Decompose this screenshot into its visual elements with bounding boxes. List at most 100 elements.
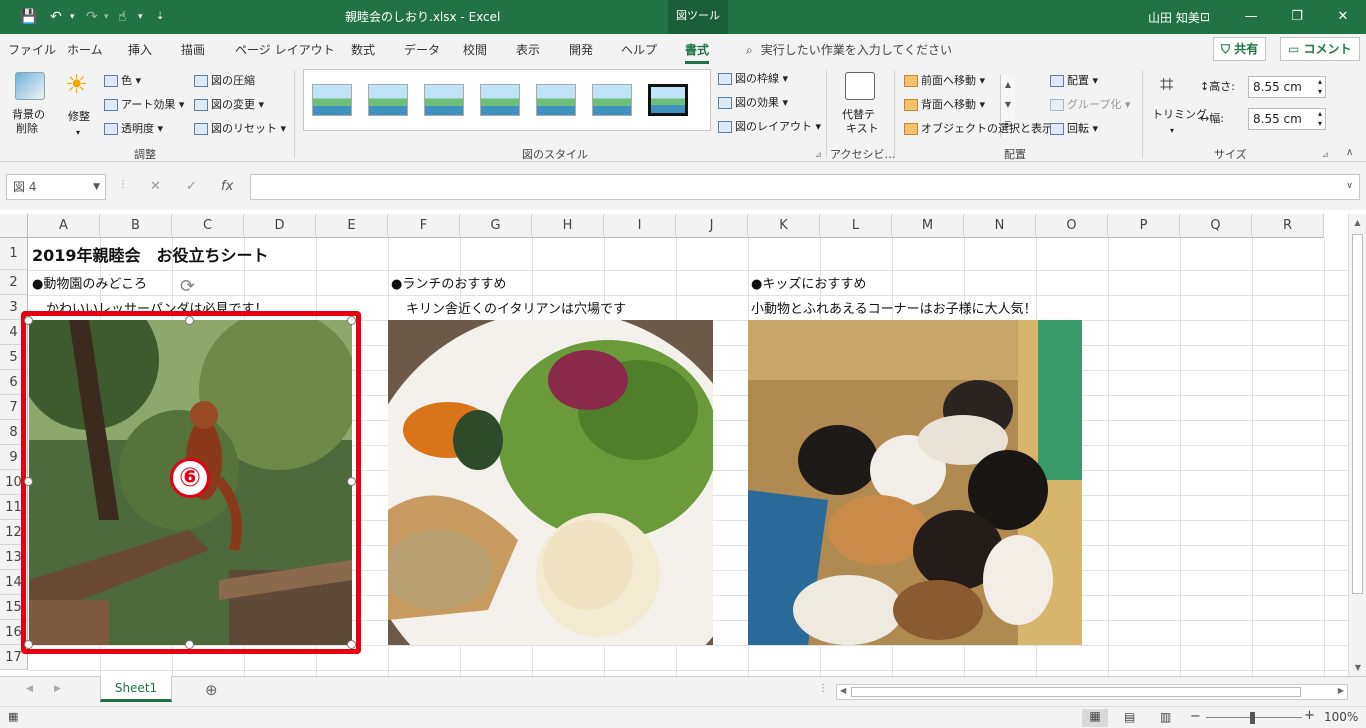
picture-style-3[interactable] xyxy=(424,84,464,116)
redo-dropdown-icon[interactable]: ▾ xyxy=(104,7,109,27)
worksheet-grid[interactable]: ABCDEFGHIJKLMNOPQR 1 2 3 4 5 6 7 8 9 10 11 12 13 14 15… xyxy=(0,210,1366,676)
resize-handle-left[interactable] xyxy=(24,477,33,486)
cell-F2[interactable]: ●ランチのおすすめ xyxy=(391,273,506,292)
resize-handle-top-left[interactable] xyxy=(24,316,33,325)
column-header-O[interactable]: O xyxy=(1036,214,1108,238)
next-sheet-icon[interactable]: ▶ xyxy=(54,684,61,694)
tell-me-box[interactable]: ⌕ 実行したい作業を入力してください xyxy=(746,41,952,58)
macro-record-icon[interactable]: ▦ xyxy=(8,710,18,723)
tab-format[interactable]: 書式 xyxy=(685,41,710,64)
column-header-H[interactable]: H xyxy=(532,214,604,238)
column-header-P[interactable]: P xyxy=(1108,214,1180,238)
cell-K2[interactable]: ●キッズにおすすめ xyxy=(751,273,866,292)
tab-home[interactable]: ホーム xyxy=(67,41,103,58)
gallery-up-icon[interactable]: ▲ xyxy=(1001,75,1015,95)
column-header-C[interactable]: C xyxy=(172,214,244,238)
corrections-button[interactable]: ☀ 修整 ▾ xyxy=(60,70,100,142)
picture-style-7[interactable] xyxy=(648,84,688,116)
column-header-J[interactable]: J xyxy=(676,214,748,238)
redo-icon[interactable]: ↷ xyxy=(86,7,98,27)
picture-effects-button[interactable]: 図の効果 ▾ xyxy=(718,96,788,110)
name-box[interactable]: 図 4 ▼ xyxy=(6,174,106,200)
minimize-button[interactable]: — xyxy=(1228,3,1274,31)
ribbon-display-options-icon[interactable]: ⊡ xyxy=(1182,3,1228,31)
formula-input[interactable]: ∨ xyxy=(250,174,1360,200)
restore-button[interactable]: ❐ xyxy=(1274,3,1320,31)
cell-A1[interactable]: 2019年親睦会 お役立ちシート xyxy=(32,242,269,266)
resize-handle-bottom-left[interactable] xyxy=(24,640,33,649)
column-header-D[interactable]: D xyxy=(244,214,316,238)
undo-icon[interactable]: ↶ xyxy=(50,7,62,27)
column-header-M[interactable]: M xyxy=(892,214,964,238)
sheet-tab-sheet1[interactable]: Sheet1 xyxy=(100,676,172,702)
comments-button[interactable]: ▭ コメント xyxy=(1280,37,1360,61)
scroll-down-icon[interactable]: ▼ xyxy=(1349,663,1366,672)
page-break-view-icon[interactable]: ▥ xyxy=(1160,710,1171,724)
picture-style-2[interactable] xyxy=(368,84,408,116)
change-picture-button[interactable]: 図の変更 ▾ xyxy=(194,98,264,112)
cell-K3[interactable]: 小動物とふれあえるコーナーはお子様に大人気！ xyxy=(751,298,1037,317)
reset-picture-button[interactable]: 図のリセット ▾ xyxy=(194,122,286,136)
horizontal-scrollbar[interactable]: ◀ ▶ xyxy=(836,684,1348,700)
styles-dialog-launcher-icon[interactable]: ⊿ xyxy=(815,148,822,162)
vertical-scroll-thumb[interactable] xyxy=(1352,234,1363,594)
select-all-button[interactable] xyxy=(0,214,28,238)
prev-sheet-icon[interactable]: ◀ xyxy=(26,684,33,694)
undo-dropdown-icon[interactable]: ▾ xyxy=(70,7,75,27)
horizontal-scroll-thumb[interactable] xyxy=(851,687,1301,697)
crop-button[interactable]: ⌗ トリミング ▾ xyxy=(1150,70,1207,142)
tab-view[interactable]: 表示 xyxy=(516,41,540,58)
gallery-down-icon[interactable]: ▼ xyxy=(1001,95,1015,115)
column-header-B[interactable]: B xyxy=(100,214,172,238)
artistic-effects-button[interactable]: アート効果 ▾ xyxy=(104,98,184,112)
vertical-scrollbar[interactable]: ▲ ▼ xyxy=(1348,214,1366,676)
column-header-L[interactable]: L xyxy=(820,214,892,238)
alt-text-button[interactable]: 代替テ キスト xyxy=(838,70,882,142)
expand-formula-icon[interactable]: ∨ xyxy=(1346,181,1353,191)
column-header-A[interactable]: A xyxy=(28,214,100,238)
guinea-pigs-photo[interactable] xyxy=(748,320,1082,645)
column-header-R[interactable]: R xyxy=(1252,214,1324,238)
tab-data[interactable]: データ xyxy=(404,41,440,58)
tab-insert[interactable]: 挿入 xyxy=(128,41,152,58)
close-button[interactable]: ✕ xyxy=(1320,3,1366,31)
scroll-up-icon[interactable]: ▲ xyxy=(1349,214,1366,227)
zoom-in-icon[interactable]: + xyxy=(1304,708,1315,723)
column-header-G[interactable]: G xyxy=(460,214,532,238)
customize-qat-icon[interactable]: ⇣ xyxy=(156,7,164,27)
tab-formulas[interactable]: 数式 xyxy=(351,41,375,58)
zoom-level[interactable]: 100% xyxy=(1324,710,1358,724)
width-spinner-icon[interactable]: ▴ ▾ xyxy=(1318,109,1322,129)
tab-draw[interactable]: 描画 xyxy=(181,41,205,58)
remove-background-button[interactable]: 背景の 削除 xyxy=(8,70,52,142)
row-header-2[interactable]: 2 xyxy=(0,270,28,295)
lunch-photo[interactable] xyxy=(388,320,713,645)
width-input[interactable]: 8.55 cm ▴ ▾ xyxy=(1248,108,1326,130)
tab-developer[interactable]: 開発 xyxy=(569,41,593,58)
height-spinner-icon[interactable]: ▴ ▾ xyxy=(1318,77,1322,97)
tab-split-grip-icon[interactable]: ⋮ xyxy=(818,683,828,694)
tab-help[interactable]: ヘルプ xyxy=(621,41,657,58)
resize-handle-bottom-right[interactable] xyxy=(347,640,356,649)
touch-dropdown-icon[interactable]: ▾ xyxy=(138,7,143,27)
picture-style-4[interactable] xyxy=(480,84,520,116)
resize-handle-bottom[interactable] xyxy=(185,640,194,649)
cell-A2[interactable]: ●動物園のみどころ xyxy=(32,273,147,292)
picture-border-button[interactable]: 図の枠線 ▾ xyxy=(718,72,788,86)
collapse-ribbon-icon[interactable]: ∧ xyxy=(1346,146,1353,160)
picture-style-6[interactable] xyxy=(592,84,632,116)
zoom-slider-thumb[interactable] xyxy=(1250,712,1255,724)
touch-mode-icon[interactable]: ☝ xyxy=(118,7,127,27)
name-box-dropdown-icon[interactable]: ▼ xyxy=(93,175,100,199)
scroll-right-icon[interactable]: ▶ xyxy=(1338,686,1344,695)
cell-F3[interactable]: キリン舎近くのイタリアンは穴場です xyxy=(406,298,626,317)
share-button[interactable]: ⛉ 共有 xyxy=(1213,37,1267,61)
compress-pictures-button[interactable]: 図の圧縮 xyxy=(194,74,255,88)
normal-view-icon[interactable]: ▦ xyxy=(1082,709,1108,727)
column-header-E[interactable]: E xyxy=(316,214,388,238)
tab-page-layout[interactable]: ページ レイアウト xyxy=(235,41,335,58)
column-header-I[interactable]: I xyxy=(604,214,676,238)
height-input[interactable]: 8.55 cm ▴ ▾ xyxy=(1248,76,1326,98)
bring-forward-button[interactable]: 前面へ移動 ▾ xyxy=(904,74,985,88)
scroll-left-icon[interactable]: ◀ xyxy=(840,686,846,695)
